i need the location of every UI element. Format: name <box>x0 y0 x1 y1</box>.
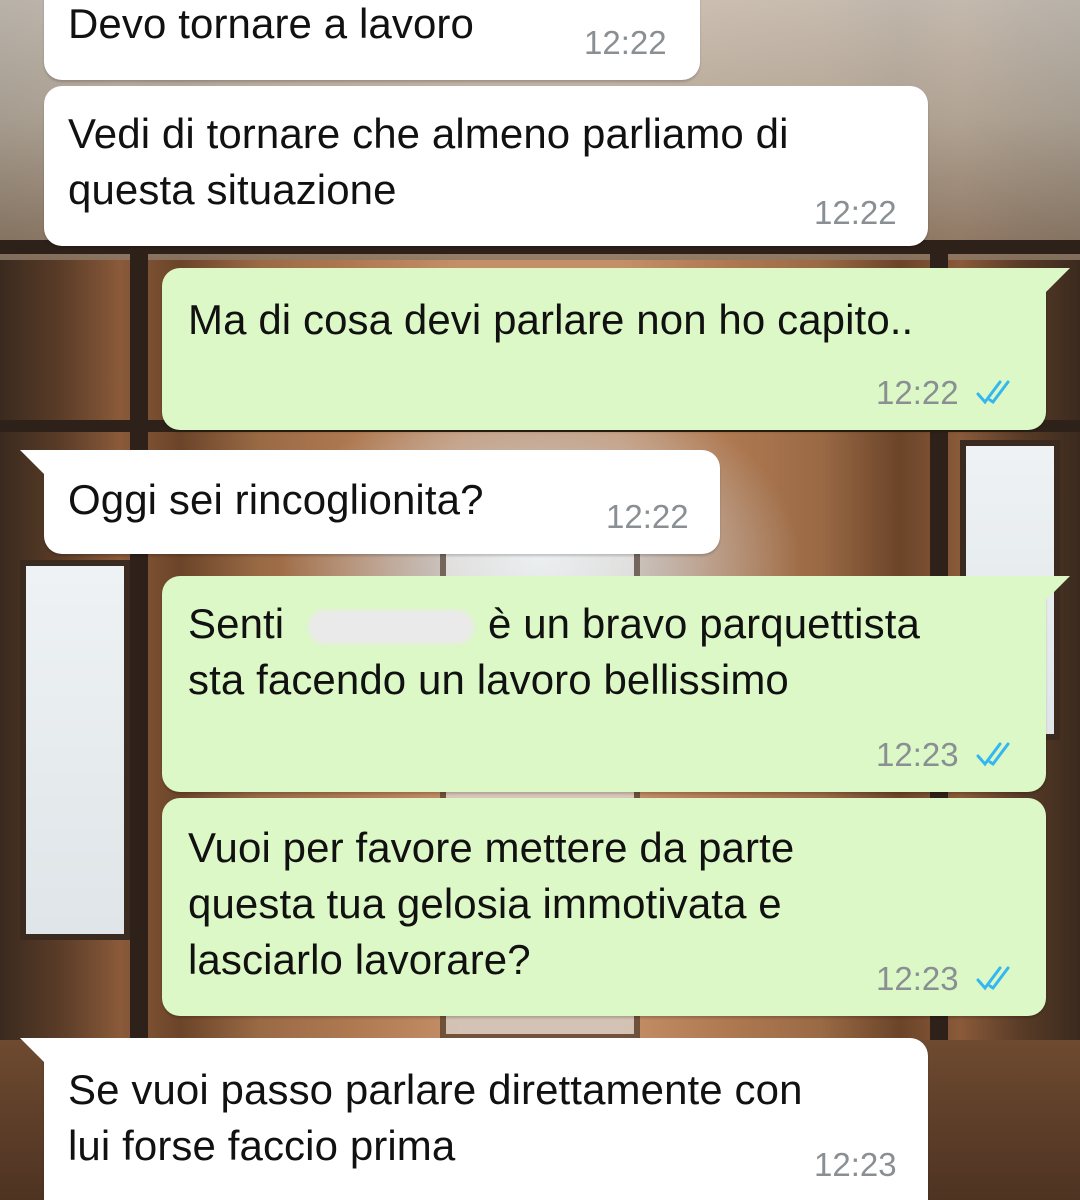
message-time: 12:22 <box>584 24 667 61</box>
double-check-icon <box>976 966 1010 991</box>
message-time: 12:23 <box>876 960 959 997</box>
message-time: 12:23 <box>814 1146 897 1183</box>
message-time: 12:22 <box>606 498 689 535</box>
wallpaper-window <box>20 560 130 940</box>
message-time: 12:22 <box>876 374 959 411</box>
message-outgoing[interactable]: Senti è un bravo parquettista sta facend… <box>162 576 1070 792</box>
message-outgoing[interactable]: Vuoi per favore mettere da parte questa … <box>162 798 1046 1016</box>
double-check-icon <box>976 380 1010 405</box>
redacted-name <box>308 610 474 644</box>
message-text: Devo tornare a lavoro <box>68 0 474 47</box>
bubble-tail <box>20 1038 46 1064</box>
message-time: 12:22 <box>814 194 897 231</box>
message-incoming[interactable]: Oggi sei rincoglionita? 12:22 <box>20 450 720 554</box>
message-text: Se vuoi passo parlare direttamente con l… <box>68 1066 803 1169</box>
double-check-icon <box>976 742 1010 767</box>
message-text: Ma di cosa devi parlare non ho capito.. <box>188 296 914 343</box>
message-text: Vedi di tornare che almeno parliamo di q… <box>68 110 789 213</box>
bubble-tail <box>1044 268 1070 294</box>
message-outgoing[interactable]: Ma di cosa devi parlare non ho capito.. … <box>162 268 1070 430</box>
message-text-before-redaction: Senti <box>188 600 285 647</box>
message-text: Vuoi per favore mettere da parte questa … <box>188 824 795 983</box>
message-text: Oggi sei rincoglionita? <box>68 476 484 523</box>
message-incoming[interactable]: Vedi di tornare che almeno parliamo di q… <box>44 86 928 246</box>
message-incoming[interactable]: Devo tornare a lavoro 12:22 <box>44 0 700 80</box>
message-text-line2: sta facendo un lavoro bellissimo <box>188 656 789 703</box>
message-incoming[interactable]: Se vuoi passo parlare direttamente con l… <box>20 1038 928 1200</box>
message-time: 12:23 <box>876 736 959 773</box>
message-text-after-redaction: è un bravo parquettista <box>488 600 920 647</box>
bubble-tail <box>1044 576 1070 602</box>
bubble-tail <box>20 450 46 476</box>
